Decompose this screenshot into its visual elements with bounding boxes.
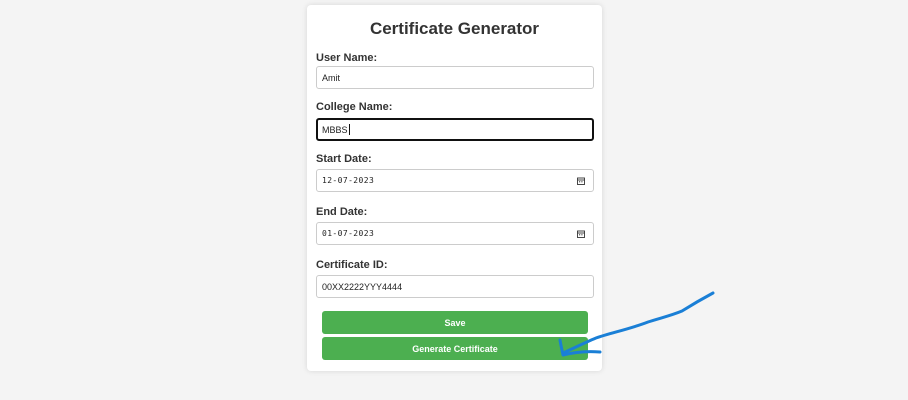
certificate-id-value: 00XX2222YYY4444 bbox=[322, 281, 403, 292]
generate-certificate-button[interactable]: Generate Certificate bbox=[322, 337, 588, 360]
college-name-input[interactable]: MBBS bbox=[316, 118, 594, 141]
user-name-label: User Name: bbox=[316, 52, 378, 64]
start-date-value: 12-07-2023 bbox=[322, 176, 375, 185]
certificate-id-label: Certificate ID: bbox=[316, 259, 388, 271]
certificate-id-input[interactable]: 00XX2222YYY4444 bbox=[316, 275, 594, 298]
start-date-label: Start Date: bbox=[316, 153, 372, 165]
user-name-input[interactable]: Amit bbox=[316, 66, 594, 89]
end-date-input[interactable]: 01-07-2023 bbox=[316, 222, 594, 245]
page-title: Certificate Generator bbox=[369, 19, 540, 38]
college-name-label: College Name: bbox=[316, 101, 393, 113]
college-name-value: MBBS bbox=[322, 124, 348, 135]
user-name-value: Amit bbox=[322, 72, 340, 83]
certificate-form-card: Certificate Generator User Name: Amit Co… bbox=[307, 5, 602, 371]
text-caret bbox=[348, 124, 350, 135]
calendar-icon[interactable] bbox=[577, 230, 585, 238]
end-date-value: 01-07-2023 bbox=[322, 229, 375, 238]
save-button[interactable]: Save bbox=[322, 311, 588, 334]
start-date-input[interactable]: 12-07-2023 bbox=[316, 169, 594, 192]
end-date-label: End Date: bbox=[316, 206, 368, 218]
calendar-icon[interactable] bbox=[577, 177, 585, 185]
